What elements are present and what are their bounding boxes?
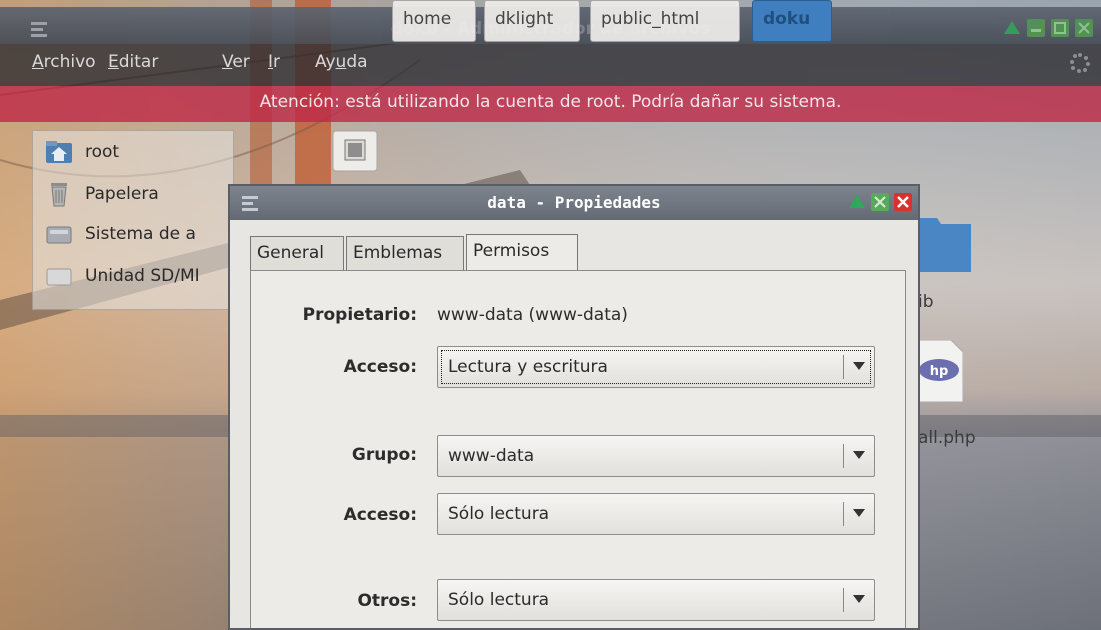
group-access-label: Acceso:	[343, 505, 417, 525]
group-access-value: Sólo lectura	[448, 504, 550, 524]
file-label[interactable]: all.php	[918, 428, 976, 448]
chevron-down-icon	[853, 451, 865, 459]
sidebar-item-label: Unidad SD/MI	[85, 266, 200, 286]
owner-access-select[interactable]: Lectura y escritura	[437, 346, 875, 388]
properties-dialog: data - Propiedades General Emblemas Perm…	[228, 184, 920, 630]
path-button-dklight[interactable]: dklight	[484, 0, 580, 42]
owner-value: www-data (www-data)	[437, 305, 628, 325]
minimize-icon[interactable]	[1027, 19, 1045, 37]
throbber-icon	[1070, 53, 1090, 73]
shade-icon[interactable]	[848, 193, 866, 211]
sidebar: root Papelera Sistema de a Unidad SD/MI	[32, 130, 234, 310]
menu-ir[interactable]: Ir	[268, 52, 280, 72]
filesystem-icon	[46, 226, 72, 244]
svg-text:hp: hp	[930, 364, 949, 379]
path-button-home[interactable]: home	[392, 0, 476, 42]
chevron-down-icon	[853, 595, 865, 603]
tab-permisos[interactable]: Permisos	[466, 234, 578, 272]
sidebar-item-label: root	[85, 142, 120, 162]
others-access-select[interactable]: Sólo lectura	[437, 579, 875, 621]
combo-separator	[843, 588, 844, 612]
sidebar-item-unidad[interactable]: Unidad SD/MI	[45, 263, 200, 289]
sidebar-item-label: Papelera	[85, 184, 159, 204]
menu-editar[interactable]: Editar	[108, 52, 158, 72]
owner-label: Propietario:	[302, 305, 417, 325]
trash-icon	[51, 183, 67, 207]
folder-icon[interactable]	[915, 210, 971, 272]
php-file-icon[interactable]: hp	[915, 340, 963, 402]
menubar: Archivo Editar Ver Ir Ayuda	[0, 44, 1101, 86]
sidebar-item-papelera[interactable]: Papelera	[45, 181, 159, 207]
chevron-down-icon	[853, 509, 865, 517]
root-warning-text: Atención: está utilizando la cuenta de r…	[259, 92, 842, 112]
edit-path-icon[interactable]	[332, 130, 378, 172]
group-access-select[interactable]: Sólo lectura	[437, 493, 875, 535]
combo-separator	[843, 355, 844, 379]
sidebar-item-root[interactable]: root	[45, 139, 119, 165]
others-label: Otros:	[357, 591, 417, 611]
owner-access-value: Lectura y escritura	[448, 357, 608, 377]
combo-separator	[843, 444, 844, 468]
group-label: Grupo:	[351, 445, 417, 465]
shade-icon[interactable]	[1003, 19, 1021, 37]
owner-access-label: Acceso:	[343, 357, 417, 377]
tab-general[interactable]: General	[250, 236, 344, 270]
sidebar-item-label: Sistema de a	[85, 224, 196, 244]
file-label[interactable]: ib	[918, 292, 934, 312]
close-icon[interactable]	[894, 193, 912, 211]
path-button-public-html[interactable]: public_html	[590, 0, 740, 42]
menu-ayuda[interactable]: Ayuda	[315, 52, 368, 72]
group-select[interactable]: www-data	[437, 435, 875, 477]
chevron-down-icon	[853, 362, 865, 370]
menu-archivo[interactable]: Archivo	[32, 52, 96, 72]
group-value: www-data	[448, 446, 535, 466]
path-button-doku[interactable]: doku	[752, 0, 832, 42]
root-warning-bar: Atención: está utilizando la cuenta de r…	[0, 86, 1101, 122]
close-icon[interactable]	[1075, 19, 1093, 37]
tab-emblemas[interactable]: Emblemas	[346, 236, 464, 270]
dialog-title: data - Propiedades	[487, 193, 661, 212]
maximize-icon[interactable]	[871, 193, 889, 211]
combo-separator	[843, 502, 844, 526]
home-folder-icon	[46, 141, 72, 163]
drive-icon	[46, 268, 72, 286]
dialog-titlebar[interactable]: data - Propiedades	[230, 186, 918, 220]
maximize-icon[interactable]	[1051, 19, 1069, 37]
sidebar-item-sistema[interactable]: Sistema de a	[45, 221, 196, 247]
permissions-panel: Propietario: www-data (www-data) Acceso:…	[250, 270, 906, 628]
others-value: Sólo lectura	[448, 590, 550, 610]
menu-ver[interactable]: Ver	[222, 52, 250, 72]
